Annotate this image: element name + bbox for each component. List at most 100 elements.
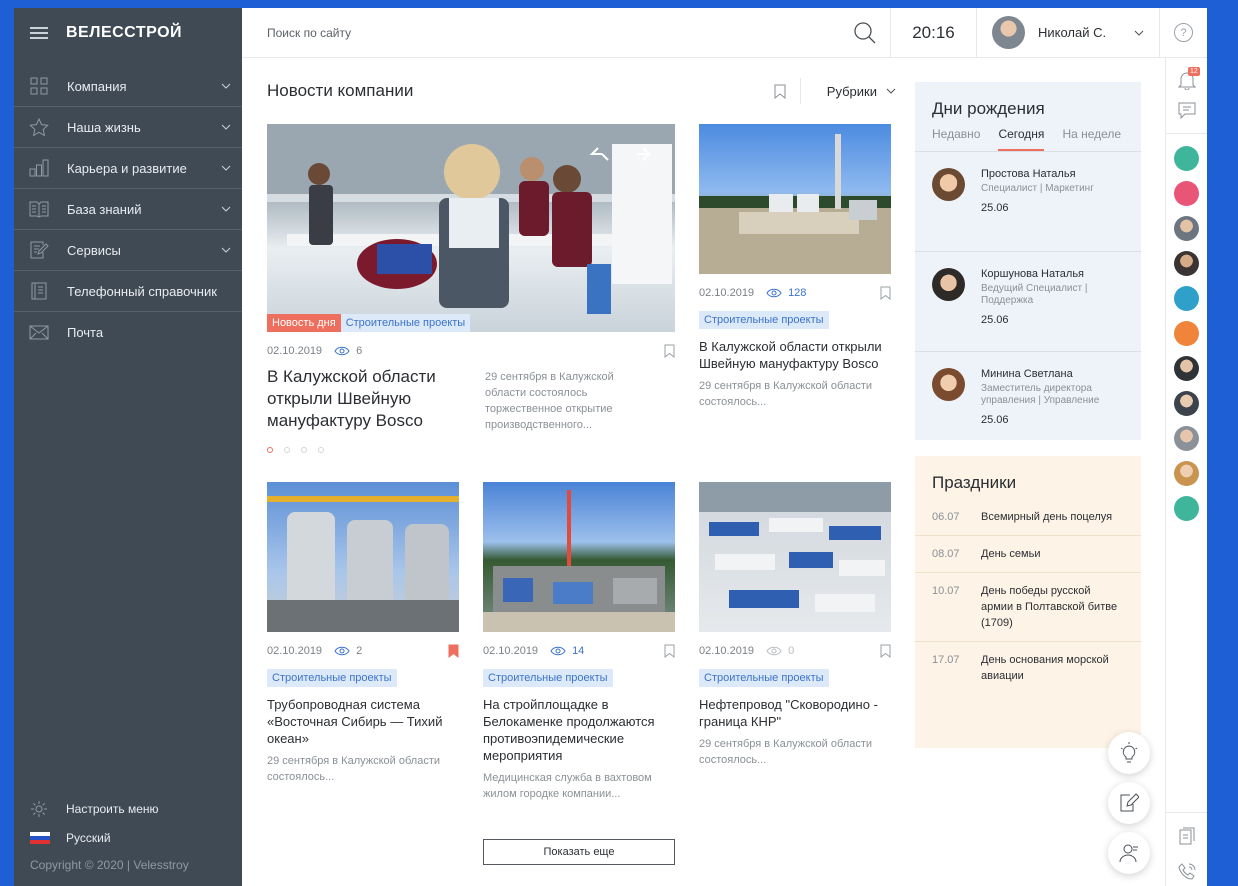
featured-news-card[interactable]: Новость дня Строительные проекты 02.10.2… bbox=[267, 124, 675, 453]
news-date: 02.10.2019 bbox=[267, 645, 323, 657]
news-card[interactable]: 02.10.2019 2 Строительные проекты Трубоп… bbox=[267, 482, 459, 785]
tab-today[interactable]: Сегодня bbox=[998, 127, 1045, 151]
page-title: Новости компании bbox=[267, 81, 414, 100]
sidebar: ВЕЛЕССТРОЙ Компания Наша жизнь Карьера и… bbox=[14, 8, 242, 886]
sidebar-item-label: Компания bbox=[67, 78, 127, 94]
carousel-dot[interactable] bbox=[267, 447, 273, 453]
phone-icon bbox=[1177, 863, 1195, 880]
user-placeholder-avatar[interactable] bbox=[1174, 496, 1199, 521]
bookmark-icon[interactable] bbox=[664, 644, 675, 658]
create-post-button[interactable] bbox=[1108, 782, 1150, 824]
avatar bbox=[992, 16, 1025, 49]
eye-icon bbox=[334, 346, 350, 356]
views-count: 2 bbox=[356, 645, 363, 657]
chevron-down-icon bbox=[221, 165, 231, 171]
birthdays-tabs: Недавно Сегодня На неделе bbox=[915, 119, 1141, 152]
logo[interactable]: ВЕЛЕССТРОЙ bbox=[66, 24, 182, 42]
document-icon bbox=[1179, 827, 1194, 845]
tab-week[interactable]: На неделе bbox=[1062, 127, 1121, 151]
notifications-badge: 12 bbox=[1188, 67, 1200, 76]
sidebar-item-career[interactable]: Карьера и развитие bbox=[14, 148, 242, 189]
news-day-tag[interactable]: Новость дня bbox=[267, 314, 341, 332]
search-icon[interactable] bbox=[840, 21, 890, 45]
news-description: 29 сентября в Калужской области состояло… bbox=[267, 755, 441, 783]
category-tag[interactable]: Строительные проекты bbox=[267, 669, 397, 687]
holiday-item[interactable]: 06.07 Всемирный день поцелуя bbox=[915, 499, 1141, 536]
bookmark-icon[interactable] bbox=[664, 344, 675, 358]
person-position: Ведущий Специалист | Поддержка bbox=[981, 283, 1088, 306]
help-icon: ? bbox=[1174, 23, 1193, 42]
bookmark-icon[interactable] bbox=[880, 286, 891, 300]
birthday-person[interactable]: Коршунова Наталья Ведущий Специалист | П… bbox=[915, 252, 1141, 352]
documents-button[interactable] bbox=[1166, 827, 1207, 845]
show-more-button[interactable]: Показать еще bbox=[483, 839, 675, 865]
search-input[interactable]: Поиск по сайту bbox=[267, 26, 840, 40]
holiday-item[interactable]: 10.07 День победы русской армии в Полтавс… bbox=[915, 573, 1141, 642]
category-tag[interactable]: Строительные проекты bbox=[699, 311, 829, 329]
sidebar-item-services[interactable]: Сервисы bbox=[14, 230, 242, 271]
avatar bbox=[932, 368, 965, 401]
user-menu[interactable]: Николай С. bbox=[976, 8, 1159, 58]
avatar[interactable] bbox=[1174, 356, 1199, 381]
messages-button[interactable] bbox=[1166, 102, 1207, 119]
sidebar-item-mail[interactable]: Почта bbox=[14, 312, 242, 353]
bookmark-icon[interactable] bbox=[880, 644, 891, 658]
idea-button[interactable] bbox=[1108, 732, 1150, 774]
birthday-person[interactable]: Простова Наталья Специалист | Маркетинг … bbox=[915, 152, 1141, 252]
views-count: 0 bbox=[788, 645, 795, 657]
category-tag[interactable]: Строительные проекты bbox=[699, 669, 829, 687]
birthday-person[interactable]: Минина Светлана Заместитель директора уп… bbox=[915, 352, 1141, 452]
news-card[interactable]: 02.10.2019 0 Строительные проекты Нефтеп… bbox=[699, 482, 891, 768]
holiday-item[interactable]: 17.07 День основания морской авиации bbox=[915, 642, 1141, 694]
call-button[interactable] bbox=[1166, 863, 1207, 881]
carousel-dot[interactable] bbox=[301, 447, 307, 453]
sidebar-item-company[interactable]: Компания bbox=[14, 66, 242, 107]
avatar[interactable] bbox=[1174, 251, 1199, 276]
bookmarks-filter-button[interactable] bbox=[761, 78, 801, 104]
sidebar-item-phonebook[interactable]: Телефонный справочник bbox=[14, 271, 242, 312]
eye-icon bbox=[766, 288, 782, 298]
tab-recent[interactable]: Недавно bbox=[932, 127, 980, 151]
customize-menu-button[interactable]: Настроить меню bbox=[30, 794, 189, 823]
news-card[interactable]: 02.10.2019 14 Строительные проекты На ст… bbox=[483, 482, 675, 802]
category-tag[interactable]: Строительные проекты bbox=[340, 314, 471, 332]
carousel-dot[interactable] bbox=[284, 447, 290, 453]
news-title[interactable]: Трубопроводная система «Восточная Сибирь… bbox=[267, 696, 459, 747]
category-tag[interactable]: Строительные проекты bbox=[483, 669, 613, 687]
rubrics-dropdown[interactable]: Рубрики bbox=[827, 84, 897, 99]
birthdays-widget: Дни рождения Недавно Сегодня На неделе П… bbox=[915, 82, 1141, 440]
news-title[interactable]: В Калужской области открыли Швейную ману… bbox=[699, 338, 891, 372]
news-date: 02.10.2019 bbox=[483, 645, 539, 657]
avatar[interactable] bbox=[1174, 216, 1199, 241]
news-card[interactable]: 02.10.2019 128 Строительные проекты В Ка… bbox=[699, 124, 891, 410]
holiday-name: Всемирный день поцелуя bbox=[981, 511, 1113, 523]
pipeline-camp-photo bbox=[699, 482, 891, 612]
language-selector[interactable]: Русский bbox=[30, 823, 189, 852]
news-title[interactable]: На стройплощадке в Белокаменке продолжаю… bbox=[483, 696, 675, 764]
user-placeholder-avatar[interactable] bbox=[1174, 321, 1199, 346]
chevron-down-icon bbox=[886, 88, 896, 94]
news-date: 02.10.2019 bbox=[267, 345, 323, 357]
user-placeholder-avatar[interactable] bbox=[1174, 146, 1199, 171]
news-description: 29 сентября в Калужской области состояло… bbox=[699, 380, 873, 408]
holiday-item[interactable]: 08.07 День семьи bbox=[915, 536, 1141, 573]
lightbulb-icon bbox=[1120, 742, 1138, 763]
support-button[interactable] bbox=[1108, 832, 1150, 874]
bookmark-filled-icon[interactable] bbox=[448, 644, 459, 658]
user-name: Николай С. bbox=[1038, 25, 1107, 40]
help-button[interactable]: ? bbox=[1159, 8, 1207, 58]
chevron-down-icon bbox=[221, 206, 231, 212]
news-title[interactable]: Нефтепровод "Сковородино - граница КНР" bbox=[699, 696, 891, 730]
user-placeholder-avatar[interactable] bbox=[1174, 181, 1199, 206]
avatar[interactable] bbox=[1174, 391, 1199, 416]
sidebar-item-our-life[interactable]: Наша жизнь bbox=[14, 107, 242, 148]
avatar[interactable] bbox=[1174, 426, 1199, 451]
user-placeholder-avatar[interactable] bbox=[1174, 286, 1199, 311]
menu-icon[interactable] bbox=[30, 27, 48, 39]
notifications-button[interactable]: 12 bbox=[1166, 67, 1207, 90]
news-title[interactable]: В Калужской области открыли Швейную ману… bbox=[267, 366, 457, 433]
avatar[interactable] bbox=[1174, 461, 1199, 486]
sidebar-item-knowledge-base[interactable]: База знаний bbox=[14, 189, 242, 230]
person-position: Специалист | Маркетинг bbox=[981, 183, 1094, 194]
carousel-dot[interactable] bbox=[318, 447, 324, 453]
